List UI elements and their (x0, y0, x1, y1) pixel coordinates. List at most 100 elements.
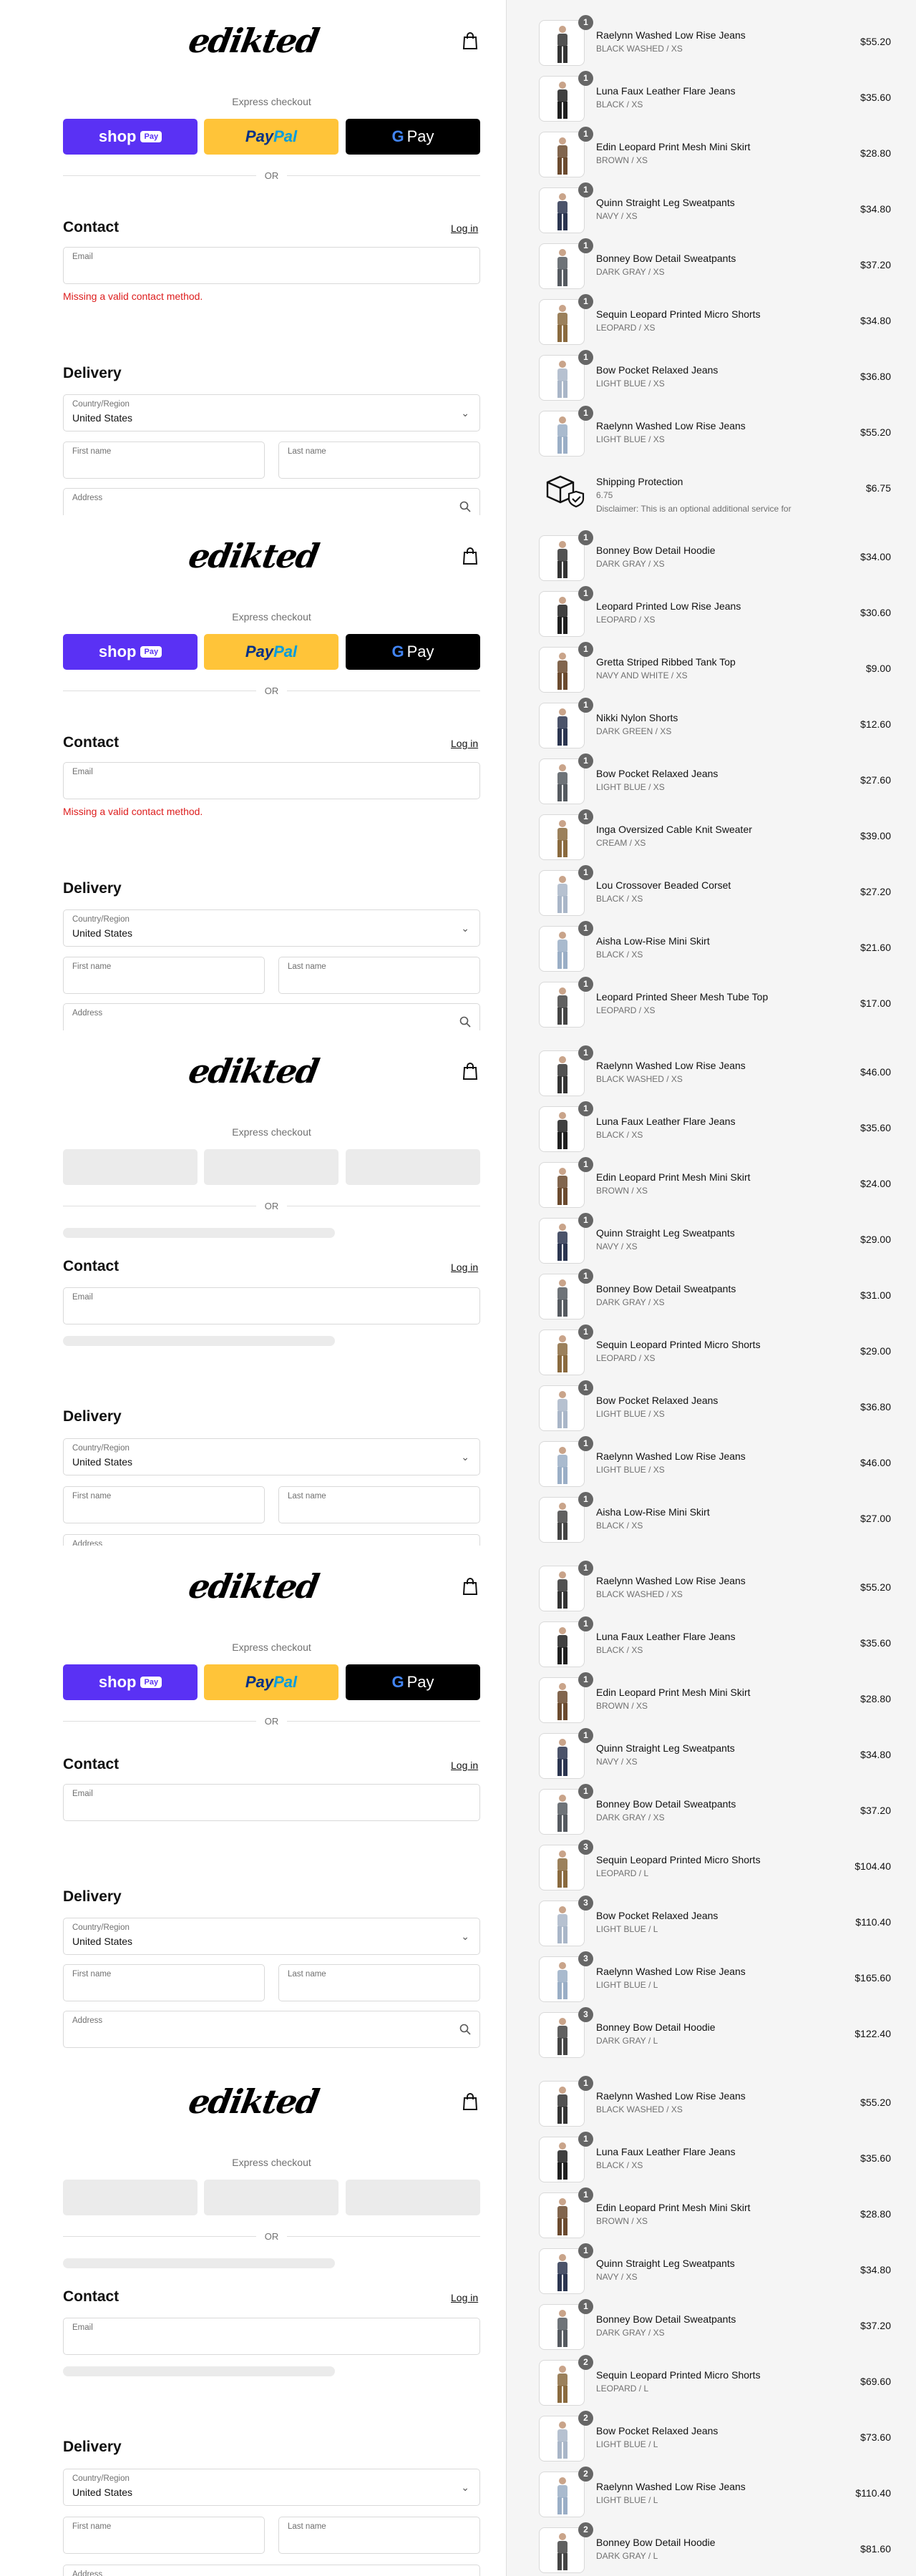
last-name-field[interactable]: Last name (278, 957, 480, 994)
store-logo[interactable]: edikted (0, 2082, 510, 2121)
product-thumbnail: 1 (539, 406, 593, 457)
country-select[interactable]: Country/Region United States ⌄ (63, 1438, 480, 1475)
country-select[interactable]: Country/Region United States ⌄ (63, 909, 480, 947)
email-field[interactable]: Email (63, 762, 480, 799)
store-logo[interactable]: edikted (0, 21, 510, 60)
quantity-badge: 1 (578, 809, 593, 824)
google-pay-button[interactable]: G Pay (346, 1664, 480, 1700)
paypal-pay-label: Pay (245, 1673, 274, 1691)
first-name-field[interactable]: First name (63, 2517, 265, 2554)
first-name-field[interactable]: First name (63, 441, 265, 479)
quantity-badge: 1 (578, 2243, 593, 2258)
country-value: United States (72, 2487, 133, 2498)
line-price: $34.80 (860, 203, 891, 215)
order-summary: 1 Bonney Bow Detail Hoodie DARK GRAY / XS $… (507, 515, 916, 1030)
google-pay-button[interactable]: G Pay (346, 119, 480, 155)
shopping-bag-icon[interactable] (462, 31, 478, 50)
first-name-label: First name (72, 1970, 112, 1979)
product-thumbnail: 1 (539, 294, 593, 345)
login-link[interactable]: Log in (451, 1760, 478, 1771)
cart-line-item: 1 Bonney Bow Detail Hoodie DARK GRAY / XS $… (533, 530, 891, 582)
quantity-badge: 1 (578, 294, 593, 309)
product-name: Luna Faux Leather Flare Jeans (596, 85, 736, 97)
product-thumbnail: 1 (539, 182, 593, 233)
email-field[interactable]: Email (63, 2318, 480, 2355)
google-pay-button[interactable]: G Pay (346, 634, 480, 670)
login-link[interactable]: Log in (451, 738, 478, 749)
contact-heading: Contact (63, 219, 120, 235)
cart-line-item: 1 Bonney Bow Detail Sweatpants DARK GRAY /… (533, 1784, 891, 1836)
first-name-field[interactable]: First name (63, 957, 265, 994)
first-name-field[interactable]: First name (63, 1964, 265, 2001)
line-price: $37.20 (860, 259, 891, 270)
product-name: Luna Faux Leather Flare Jeans (596, 1116, 736, 1127)
store-logo[interactable]: edikted (0, 1567, 510, 1606)
shopping-bag-icon[interactable] (462, 2092, 478, 2111)
last-name-field[interactable]: Last name (278, 1486, 480, 1523)
login-link[interactable]: Log in (451, 2292, 478, 2303)
express-checkout-label: Express checkout (232, 96, 311, 107)
cart-line-item: 1 Raelynn Washed Low Rise Jeans LIGHT BLUE… (533, 406, 891, 458)
product-name: Bow Pocket Relaxed Jeans (596, 768, 718, 779)
last-name-field[interactable]: Last name (278, 441, 480, 479)
shopping-bag-icon[interactable] (462, 547, 478, 565)
shop-pay-button[interactable]: shop Pay (63, 634, 198, 670)
cart-line-item: 1 Nikki Nylon Shorts DARK GREEN / XS $12.60 (533, 698, 891, 750)
product-thumbnail: 2 (539, 2411, 593, 2462)
line-price: $46.00 (860, 1066, 891, 1078)
paypal-button[interactable]: Pay Pal (204, 119, 338, 155)
product-variant: DARK GRAY / L (596, 2036, 658, 2046)
product-thumbnail: 1 (539, 977, 593, 1028)
store-logo[interactable]: edikted (0, 1052, 510, 1091)
product-variant: CREAM / XS (596, 838, 646, 848)
product-variant: BLACK WASHED / XS (596, 44, 683, 54)
cart-line-item: 2 Bonney Bow Detail Hoodie DARK GRAY / L $8… (533, 2522, 891, 2575)
address-field[interactable]: Address (63, 1003, 480, 1030)
email-field[interactable]: Email (63, 247, 480, 284)
product-variant: BROWN / XS (596, 2216, 648, 2226)
quantity-badge: 1 (578, 530, 593, 545)
paypal-pal-label: Pal (273, 127, 298, 145)
product-name: Sequin Leopard Printed Micro Shorts (596, 1854, 761, 1865)
shop-pay-button[interactable]: shop Pay (63, 119, 198, 155)
shopping-bag-icon[interactable] (462, 1062, 478, 1080)
country-select[interactable]: Country/Region United States ⌄ (63, 394, 480, 431)
quantity-badge: 1 (578, 1380, 593, 1395)
quantity-badge: 1 (578, 406, 593, 421)
line-price: $12.60 (860, 718, 891, 730)
store-logo[interactable]: edikted (0, 537, 510, 575)
checkout-screen: edikted Express checkout shop Pay Pay Pal G P… (0, 0, 916, 515)
last-name-field[interactable]: Last name (278, 1964, 480, 2001)
cart-line-item: 1 Raelynn Washed Low Rise Jeans BLACK WASH… (533, 2076, 891, 2128)
quantity-badge: 1 (578, 586, 593, 601)
email-field[interactable]: Email (63, 1287, 480, 1324)
shopping-bag-icon[interactable] (462, 1577, 478, 1596)
or-divider: OR (63, 169, 480, 183)
country-value: United States (72, 412, 133, 424)
quantity-badge: 3 (578, 1951, 593, 1966)
product-name: Raelynn Washed Low Rise Jeans (596, 1966, 746, 1977)
first-name-field[interactable]: First name (63, 1486, 265, 1523)
shop-pay-button[interactable]: shop Pay (63, 1664, 198, 1700)
address-field[interactable]: Address (63, 488, 480, 515)
product-variant: DARK GRAY / L (596, 2551, 658, 2561)
address-field[interactable]: Address (63, 2011, 480, 2048)
paypal-button[interactable]: Pay Pal (204, 634, 338, 670)
search-icon (459, 501, 471, 512)
address-field[interactable]: Address (63, 2565, 480, 2576)
login-link[interactable]: Log in (451, 223, 478, 234)
last-name-field[interactable]: Last name (278, 2517, 480, 2554)
cart-line-item: 1 Aisha Low-Rise Mini Skirt BLACK / XS $27.… (533, 1492, 891, 1544)
country-select[interactable]: Country/Region United States ⌄ (63, 2469, 480, 2506)
login-link[interactable]: Log in (451, 1262, 478, 1273)
country-select[interactable]: Country/Region United States ⌄ (63, 1918, 480, 1955)
quantity-badge: 1 (578, 350, 593, 365)
paypal-button[interactable]: Pay Pal (204, 1664, 338, 1700)
email-field[interactable]: Email (63, 1784, 480, 1821)
paypal-pay-label: Pay (245, 643, 274, 660)
quantity-badge: 1 (578, 1561, 593, 1576)
product-variant: NAVY / XS (596, 1757, 638, 1767)
line-price: $55.20 (860, 426, 891, 438)
cart-line-item: 2 Raelynn Washed Low Rise Jeans LIGHT BLUE… (533, 2467, 891, 2519)
address-field[interactable]: Address (63, 1534, 480, 1546)
